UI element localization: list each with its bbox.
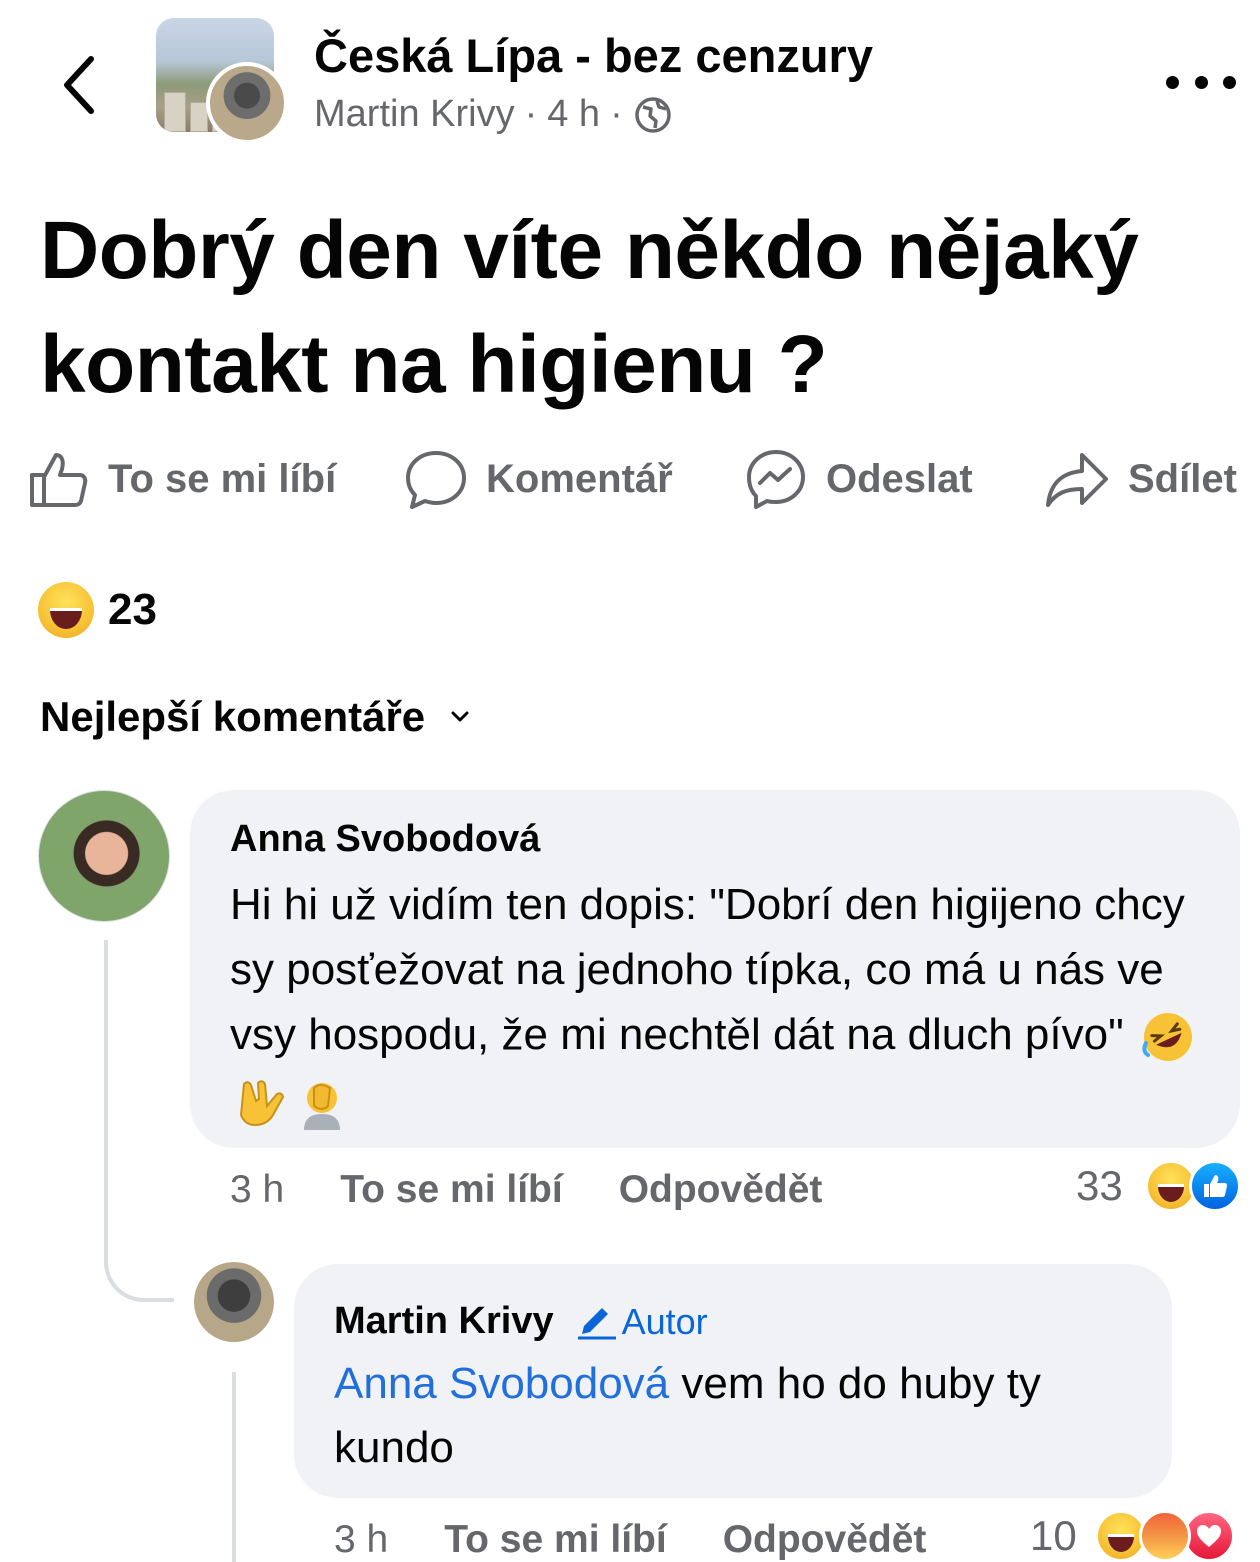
- pencil-icon: [577, 1307, 616, 1339]
- comment-bubble-icon: [406, 451, 466, 509]
- comments-sort-dropdown[interactable]: Nejlepší komentáře: [40, 693, 469, 741]
- author-avatar[interactable]: [206, 62, 288, 144]
- love-you-gesture-emoji: [234, 1074, 290, 1130]
- thumbs-up-icon: [30, 453, 88, 507]
- mention-link[interactable]: Anna Svobodová: [334, 1359, 669, 1408]
- comment-author-line: Martin Krivy Autor: [334, 1300, 708, 1343]
- dot-icon: [1194, 75, 1208, 89]
- comment-meta: 3 h To se mi líbí Odpovědět: [230, 1168, 822, 1212]
- author-badge-label: Autor: [621, 1300, 708, 1342]
- comment-author[interactable]: Martin Krivy: [334, 1300, 554, 1343]
- comment-like-button[interactable]: To se mi líbí: [444, 1518, 666, 1562]
- like-label: To se mi líbí: [108, 456, 337, 501]
- send-label: Odeslat: [826, 456, 973, 501]
- comment-reactions[interactable]: 33: [1076, 1160, 1241, 1212]
- share-arrow-icon: [1046, 453, 1108, 507]
- comment-reactions[interactable]: 10: [1030, 1510, 1235, 1562]
- thread-connector: [232, 1372, 236, 1562]
- comment-button[interactable]: Komentář: [404, 448, 673, 510]
- group-name[interactable]: Česká Lípa - bez cenzury: [314, 28, 873, 83]
- comment-body: Hi hi už vidím ten dopis: "Dobrí den hig…: [230, 880, 1185, 1059]
- haha-reaction-icon: [38, 582, 94, 638]
- comment-label: Komentář: [486, 456, 673, 501]
- more-options-button[interactable]: [1166, 62, 1236, 102]
- dot-icon: [1223, 75, 1236, 89]
- post-text: Dobrý den víte někdo nějaký kontakt na h…: [40, 205, 1139, 410]
- share-button[interactable]: Sdílet: [1044, 448, 1237, 510]
- comment-author[interactable]: Anna Svobodová: [230, 818, 540, 861]
- thread-connector: [104, 940, 174, 1302]
- comment-text: Anna Svobodová vem ho do huby ty kundo: [334, 1352, 1154, 1480]
- author-badge: Autor: [576, 1301, 708, 1343]
- comment-time[interactable]: 3 h: [334, 1518, 388, 1562]
- messenger-icon: [747, 450, 805, 509]
- commenter-avatar[interactable]: [38, 790, 170, 922]
- like-button[interactable]: To se mi líbí: [26, 448, 336, 510]
- comment-reply-button[interactable]: Odpovědět: [723, 1518, 927, 1562]
- rolling-laughing-emoji: [1140, 1009, 1196, 1065]
- sort-label: Nejlepší komentáře: [40, 693, 426, 740]
- reaction-summary[interactable]: 23: [38, 582, 157, 638]
- post-meta: Martin Krivy · 4 h ·: [314, 93, 673, 136]
- comment-meta: 3 h To se mi líbí Odpovědět: [334, 1518, 926, 1562]
- comment-like-button[interactable]: To se mi líbí: [340, 1168, 562, 1212]
- like-reaction-icon: [1188, 1160, 1241, 1212]
- commenter-avatar[interactable]: [194, 1262, 274, 1342]
- comment-reply-button[interactable]: Odpovědět: [619, 1168, 823, 1212]
- comment-reaction-count: 33: [1076, 1162, 1123, 1209]
- facepalm-emoji: [294, 1074, 350, 1131]
- angry-reaction-icon: [1138, 1510, 1191, 1562]
- reaction-count: 23: [108, 585, 157, 634]
- chevron-down-icon: [451, 711, 469, 722]
- globe-icon: [633, 95, 673, 135]
- share-label: Sdílet: [1128, 456, 1237, 501]
- dot-icon: [1166, 75, 1179, 89]
- comment-time[interactable]: 3 h: [230, 1168, 284, 1212]
- send-button[interactable]: Odeslat: [744, 448, 973, 510]
- post-author[interactable]: Martin Krivy: [314, 93, 515, 136]
- comment-text: Hi hi už vidím ten dopis: "Dobrí den hig…: [230, 872, 1230, 1132]
- comment-reaction-count: 10: [1030, 1512, 1077, 1559]
- back-button[interactable]: [54, 50, 104, 120]
- post-time[interactable]: 4 h: [547, 93, 600, 136]
- meta-separator: ·: [524, 93, 538, 135]
- chevron-left-icon: [64, 56, 94, 114]
- meta-separator: ·: [610, 93, 623, 135]
